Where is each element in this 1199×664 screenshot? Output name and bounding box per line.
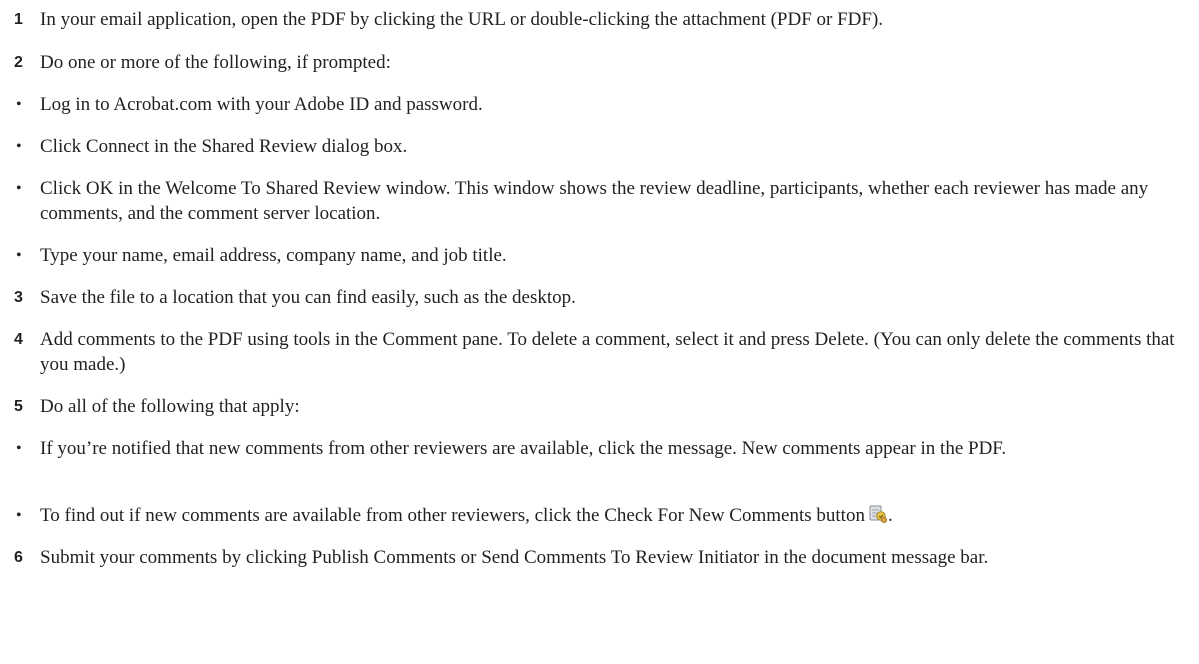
bullet-marker: • (16, 247, 22, 264)
step-text: Add comments to the PDF using tools in t… (40, 329, 1175, 375)
document-page: 1 In your email application, open the PD… (0, 0, 1199, 664)
step-6: 6 Submit your comments by clicking Publi… (14, 545, 1189, 570)
bullet-text: If you’re notified that new comments fro… (40, 438, 1007, 459)
step-text: Submit your comments by clicking Publish… (40, 547, 989, 568)
bullet-text-wrap: To find out if new comments are availabl… (40, 503, 1189, 528)
step-4: 4 Add comments to the PDF using tools in… (14, 327, 1189, 377)
bullet-text: Click OK in the Welcome To Shared Review… (40, 178, 1149, 224)
step-text: Do all of the following that apply: (40, 396, 300, 417)
bullet-check-new: • To find out if new comments are availa… (14, 503, 1189, 528)
step-1: 1 In your email application, open the PD… (14, 7, 1189, 32)
step-3: 3 Save the file to a location that you c… (14, 285, 1189, 310)
step-number: 5 (14, 398, 23, 415)
bullet-marker: • (16, 138, 22, 155)
step-text: Save the file to a location that you can… (40, 287, 576, 308)
bullet-login: • Log in to Acrobat.com with your Adobe … (14, 92, 1189, 117)
bullet-text: Click Connect in the Shared Review dialo… (40, 136, 408, 157)
bullet-notified: • If you’re notified that new comments f… (14, 436, 1189, 461)
step-number: 2 (14, 54, 23, 71)
bullet-marker: • (16, 440, 22, 457)
step-number: 1 (14, 11, 23, 28)
bullet-text: Log in to Acrobat.com with your Adobe ID… (40, 94, 483, 115)
step-number: 4 (14, 331, 23, 348)
bullet-marker: • (16, 180, 22, 197)
step-text: In your email application, open the PDF … (40, 9, 884, 30)
step-2: 2 Do one or more of the following, if pr… (14, 50, 1189, 75)
bullet-marker: • (16, 507, 22, 524)
step-number: 3 (14, 289, 23, 306)
check-for-new-comments-icon (868, 504, 888, 524)
bullet-type-name: • Type your name, email address, company… (14, 243, 1189, 268)
bullet-connect: • Click Connect in the Shared Review dia… (14, 134, 1189, 159)
bullet-text: Type your name, email address, company n… (40, 245, 507, 266)
step-5: 5 Do all of the following that apply: (14, 394, 1189, 419)
bullet-text-suffix: . (887, 505, 893, 526)
step-text: Do one or more of the following, if prom… (40, 52, 391, 73)
bullet-welcome: • Click OK in the Welcome To Shared Revi… (14, 176, 1189, 226)
step-number: 6 (14, 549, 23, 566)
bullet-marker: • (16, 96, 22, 113)
bullet-text: To find out if new comments are availabl… (40, 505, 865, 526)
